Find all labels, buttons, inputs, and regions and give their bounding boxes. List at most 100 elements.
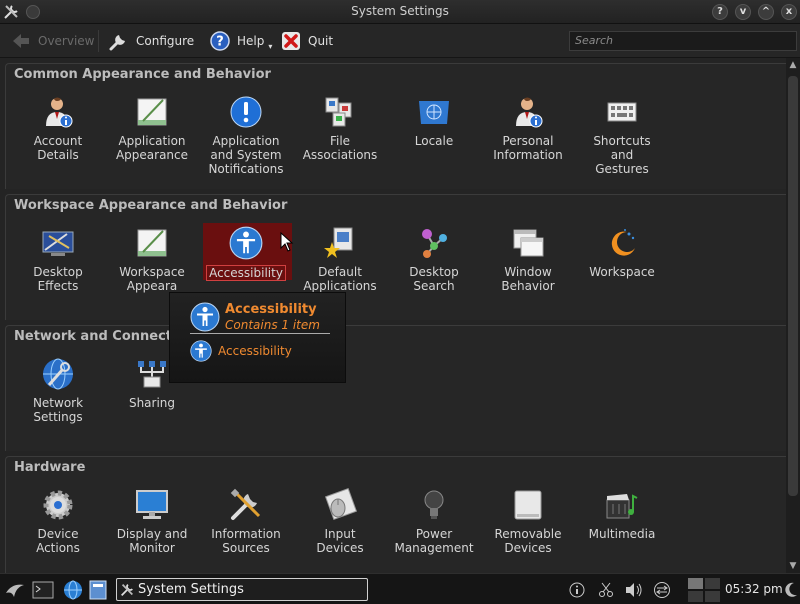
scrollbar[interactable]: ▲ ▼ <box>786 58 800 573</box>
settings-item-workspace-appearance[interactable]: Workspace Appeara <box>105 226 199 293</box>
settings-item-label: Account Details <box>33 134 83 162</box>
close-button[interactable]: x <box>781 4 797 20</box>
settings-item-label: Display and Monitor <box>116 527 188 555</box>
settings-item-tools[interactable]: Information Sources <box>199 488 293 555</box>
mouse-icon <box>323 487 358 522</box>
settings-item-drive[interactable]: Removable Devices <box>481 488 575 555</box>
settings-item-label: Default Applications <box>303 265 377 293</box>
taskbar-task-system-settings[interactable]: System Settings <box>116 578 368 601</box>
wrench-icon <box>108 30 130 52</box>
settings-item-file-types[interactable]: File Associations <box>293 95 387 162</box>
section-title: Common Appearance and Behavior <box>14 67 271 82</box>
settings-item-desktop-search[interactable]: Desktop Search <box>387 226 481 293</box>
maximize-button[interactable]: ^ <box>758 4 774 20</box>
info-icon[interactable] <box>568 581 586 599</box>
scrollbar-thumb[interactable] <box>788 76 798 496</box>
tools-icon <box>121 583 133 596</box>
configure-label: Configure <box>136 34 195 48</box>
help-icon: ? <box>209 30 231 52</box>
help-label: Help <box>237 34 265 48</box>
tooltip-subtitle: Contains 1 item <box>225 318 320 332</box>
settings-item-palette[interactable]: Application Appearance <box>105 95 199 162</box>
settings-item-default-apps[interactable]: Default Applications <box>293 226 387 293</box>
scroll-down-icon[interactable]: ▼ <box>786 559 800 573</box>
settings-item-keyboard[interactable]: Shortcuts and Gestures <box>575 95 669 176</box>
mouse-cursor-icon <box>280 232 294 252</box>
overview-label: Overview <box>38 34 95 48</box>
arrow-left-icon <box>10 30 32 52</box>
moon-icon[interactable] <box>784 582 798 598</box>
settings-item-notification[interactable]: Application and System Notifications <box>199 95 293 176</box>
pager-desktop-4[interactable] <box>705 591 720 602</box>
overview-button[interactable]: Overview <box>10 28 95 54</box>
settings-item-multimedia[interactable]: Multimedia <box>575 488 669 541</box>
browser-icon[interactable] <box>62 580 84 600</box>
sharing-icon <box>135 357 169 391</box>
search-input[interactable]: Search <box>569 31 797 51</box>
bulb-icon <box>417 488 451 522</box>
settings-item-desktop-effects[interactable]: Desktop Effects <box>11 226 105 293</box>
title-bar: System Settings ? v ^ x <box>0 0 800 24</box>
globe-flag-icon <box>417 95 451 129</box>
task-label: System Settings <box>138 582 244 597</box>
settings-item-label: Removable Devices <box>494 527 562 555</box>
section-title: Network and Connecti <box>14 329 177 344</box>
quit-icon <box>280 30 302 52</box>
accessibility-tooltip: Accessibility Contains 1 item Accessibil… <box>169 292 346 383</box>
settings-item-accessibility[interactable]: Accessibility <box>199 226 293 281</box>
quit-label: Quit <box>308 34 334 48</box>
settings-item-label: File Associations <box>302 134 378 162</box>
minimize-button[interactable]: v <box>735 4 751 20</box>
settings-item-label: Multimedia <box>588 527 656 541</box>
scroll-up-icon[interactable]: ▲ <box>786 58 800 72</box>
network-tray-icon[interactable] <box>653 581 671 599</box>
settings-item-label: Power Management <box>394 527 474 555</box>
terminal-icon[interactable] <box>32 581 54 599</box>
personal-icon <box>511 95 545 129</box>
settings-item-personal[interactable]: Personal Information <box>481 95 575 162</box>
settings-item-globe-flag[interactable]: Locale <box>387 95 481 148</box>
help-window-button[interactable]: ? <box>712 4 728 20</box>
settings-item-label: Workspace Appeara <box>119 265 185 293</box>
settings-item-label: Workspace <box>589 265 655 279</box>
clipboard-scissors-icon[interactable] <box>597 581 615 599</box>
multimedia-icon <box>605 488 639 522</box>
settings-item-label: Shortcuts and Gestures <box>593 134 651 176</box>
settings-item-mouse[interactable]: Input Devices <box>293 487 387 555</box>
window-title: System Settings <box>351 4 449 18</box>
pager-desktop-2[interactable] <box>705 578 720 589</box>
window-icon <box>511 226 545 260</box>
desktop-search-icon <box>417 226 451 260</box>
pager-desktop-3[interactable] <box>688 591 703 602</box>
help-button[interactable]: ? Help ▾ <box>209 28 272 54</box>
configure-button[interactable]: Configure <box>108 28 194 54</box>
tools-icon <box>229 488 263 522</box>
pager-desktop-1[interactable] <box>688 578 703 589</box>
quit-button[interactable]: Quit <box>280 28 333 54</box>
user-info-icon <box>41 95 75 129</box>
tooltip-row-label: Accessibility <box>218 344 292 358</box>
settings-item-bulb[interactable]: Power Management <box>387 488 481 555</box>
settings-item-network[interactable]: Network Settings <box>11 357 105 424</box>
tooltip-item-accessibility[interactable]: Accessibility <box>190 340 292 362</box>
settings-item-user-info[interactable]: Account Details <box>11 95 105 162</box>
volume-icon[interactable] <box>625 581 643 599</box>
tooltip-header: Accessibility Contains 1 item <box>190 301 330 334</box>
workspace-icon <box>605 226 639 260</box>
clock: 05:32 pm <box>725 582 783 596</box>
settings-item-window[interactable]: Window Behavior <box>481 226 575 293</box>
kde-menu-icon[interactable] <box>4 579 26 601</box>
settings-item-monitor[interactable]: Display and Monitor <box>105 488 199 555</box>
taskbar: System Settings 05:32 pm <box>0 573 800 604</box>
palette-icon <box>135 95 169 129</box>
tooltip-title: Accessibility <box>225 302 317 317</box>
settings-item-label: Network Settings <box>32 396 84 424</box>
settings-item-gear[interactable]: Device Actions <box>11 488 105 555</box>
settings-item-workspace[interactable]: Workspace <box>575 226 669 279</box>
settings-item-label: Accessibility <box>206 265 286 281</box>
settings-item-label: Desktop Effects <box>33 265 83 293</box>
desktop-pager[interactable] <box>688 578 720 602</box>
desktop-effects-icon <box>41 226 75 260</box>
accessibility-icon <box>190 302 220 332</box>
file-manager-icon[interactable] <box>88 580 108 600</box>
